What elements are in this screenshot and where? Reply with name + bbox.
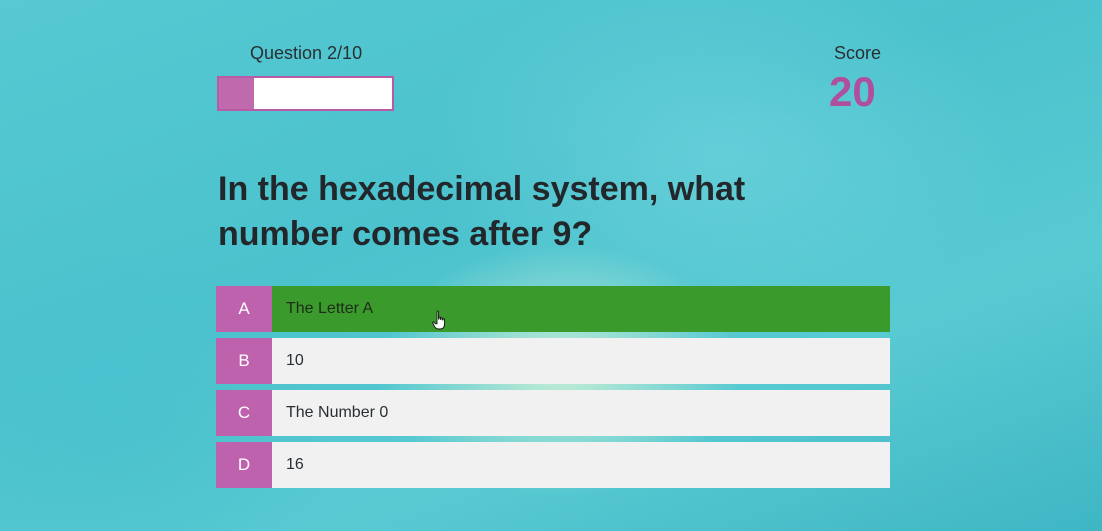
answer-list: A The Letter A B 10 C The Number 0 D 16 [216,286,890,494]
hand-pointer-icon [432,310,445,330]
quiz-screen: Question 2/10 Score 20 In the hexadecima… [0,0,1102,531]
answer-option-c[interactable]: C The Number 0 [216,390,890,436]
progress-bar [217,76,394,111]
score-label: Score [834,43,882,63]
answer-letter: D [216,442,272,488]
answer-text: The Letter A [286,300,374,317]
question-text: In the hexadecimal system, what number c… [218,170,746,253]
answer-text: 16 [286,456,304,473]
answer-letter: A [216,286,272,332]
progress-fill [219,78,254,109]
answer-option-d[interactable]: D 16 [216,442,890,488]
score-value: 20 [829,68,876,115]
answer-text: The Number 0 [286,404,389,421]
answer-option-b[interactable]: B 10 [216,338,890,384]
answer-text: 10 [286,352,304,369]
answer-option-a[interactable]: A The Letter A [216,286,890,332]
question-counter: Question 2/10 [250,43,363,63]
answer-letter: C [216,390,272,436]
answer-letter: B [216,338,272,384]
